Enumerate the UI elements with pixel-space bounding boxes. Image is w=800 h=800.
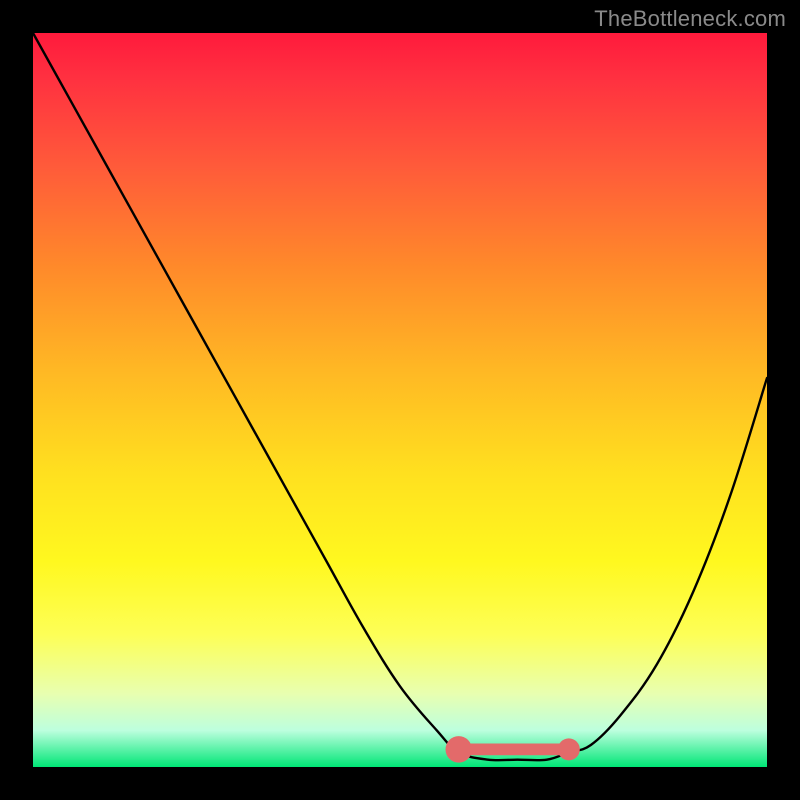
trough-marker-end — [558, 738, 580, 760]
chart-frame: TheBottleneck.com — [0, 0, 800, 800]
bottleneck-curve — [33, 33, 767, 760]
trough-marker-start — [446, 736, 472, 762]
watermark-text: TheBottleneck.com — [594, 6, 786, 32]
plot-area — [33, 33, 767, 767]
curve-svg — [33, 33, 767, 767]
